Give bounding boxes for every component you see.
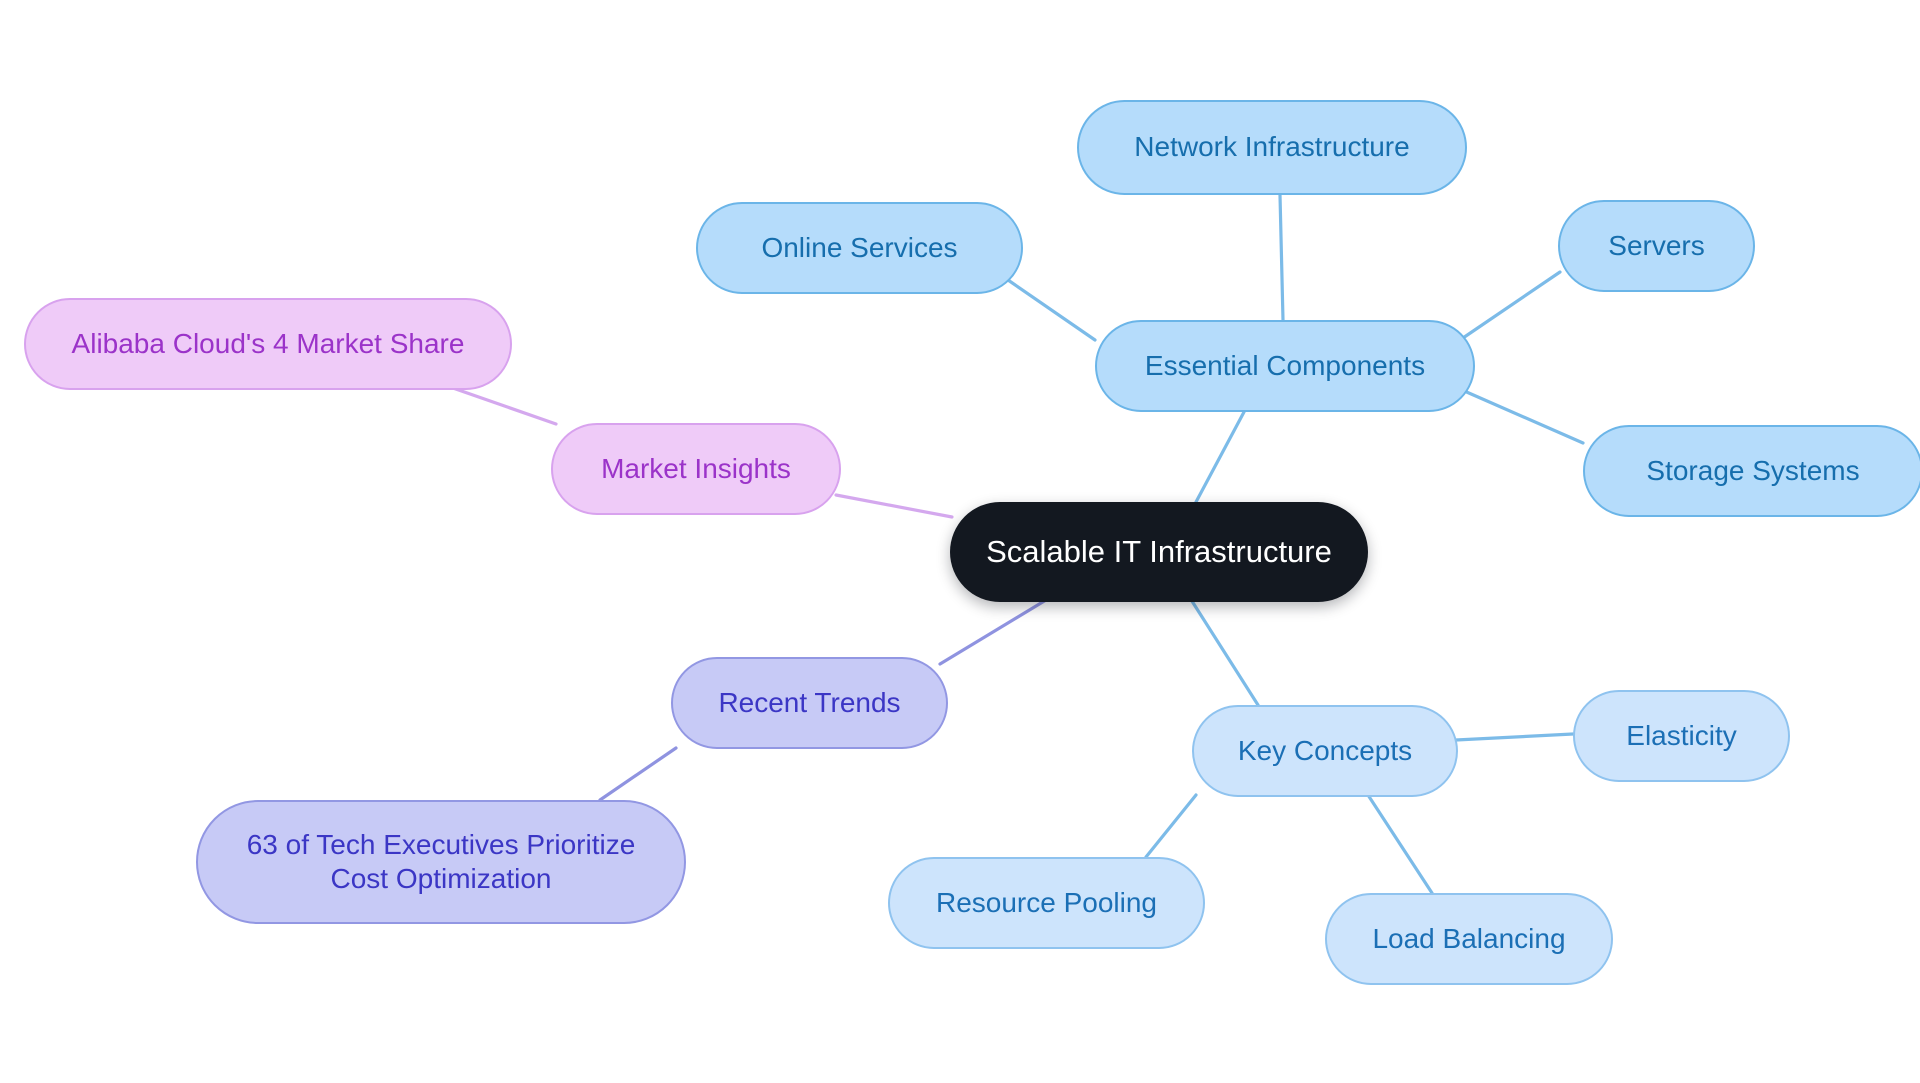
node-servers[interactable]: Servers bbox=[1558, 200, 1755, 292]
node-label: Elasticity bbox=[1626, 719, 1737, 751]
edge-market-insights-alibaba-market-share bbox=[448, 385, 558, 426]
edge-recent-trends-cost-optimization bbox=[598, 746, 678, 802]
node-recent-trends[interactable]: Recent Trends bbox=[671, 657, 948, 749]
node-storage-systems[interactable]: Storage Systems bbox=[1583, 425, 1920, 517]
node-label: Online Services bbox=[761, 231, 958, 263]
node-cost-optimization[interactable]: 63 of Tech Executives Prioritize Cost Op… bbox=[196, 800, 686, 924]
node-resource-pooling[interactable]: Resource Pooling bbox=[888, 857, 1205, 949]
node-alibaba-cloud-market-share[interactable]: Alibaba Cloud's 4 Market Share bbox=[24, 298, 512, 390]
node-label: Alibaba Cloud's 4 Market Share bbox=[71, 327, 465, 359]
node-label: 63 of Tech Executives Prioritize Cost Op… bbox=[246, 828, 636, 894]
mindmap-canvas: Scalable IT Infrastructure Essential Comp… bbox=[0, 0, 1920, 1083]
node-label: Network Infrastructure bbox=[1134, 131, 1410, 163]
node-network-infrastructure[interactable]: Network Infrastructure bbox=[1077, 100, 1467, 195]
edge-essential-components-servers bbox=[1458, 270, 1562, 342]
edge-key-concepts-load-balancing bbox=[1366, 793, 1434, 895]
edge-essential-components-storage-systems bbox=[1460, 388, 1585, 445]
edge-essential-components-network-infrastructure bbox=[1278, 193, 1285, 322]
node-label: Servers bbox=[1608, 229, 1705, 261]
node-label: Key Concepts bbox=[1237, 734, 1413, 766]
node-label: Resource Pooling bbox=[935, 886, 1158, 918]
edge-essential-components-online-services bbox=[1006, 278, 1097, 342]
node-online-services[interactable]: Online Services bbox=[696, 202, 1023, 294]
edge-key-concepts-resource-pooling bbox=[1144, 793, 1198, 859]
node-market-insights[interactable]: Market Insights bbox=[551, 423, 841, 515]
node-label: Storage Systems bbox=[1646, 454, 1860, 486]
node-key-concepts[interactable]: Key Concepts bbox=[1192, 705, 1458, 797]
node-label: Recent Trends bbox=[718, 686, 901, 718]
node-elasticity[interactable]: Elasticity bbox=[1573, 690, 1790, 782]
node-scalable-it-infrastructure[interactable]: Scalable IT Infrastructure bbox=[950, 502, 1368, 602]
edge-root-essential-components bbox=[1194, 410, 1246, 504]
node-label: Scalable IT Infrastructure bbox=[986, 534, 1332, 570]
edge-root-recent-trends bbox=[938, 598, 1048, 666]
edge-root-market-insights bbox=[834, 493, 954, 519]
node-label: Market Insights bbox=[601, 452, 791, 484]
node-label: Load Balancing bbox=[1372, 922, 1566, 954]
node-label: Essential Components bbox=[1144, 349, 1426, 381]
node-load-balancing[interactable]: Load Balancing bbox=[1325, 893, 1613, 985]
node-essential-components[interactable]: Essential Components bbox=[1095, 320, 1475, 412]
edge-key-concepts-elasticity bbox=[1454, 732, 1575, 742]
edge-root-key-concepts bbox=[1188, 596, 1260, 707]
